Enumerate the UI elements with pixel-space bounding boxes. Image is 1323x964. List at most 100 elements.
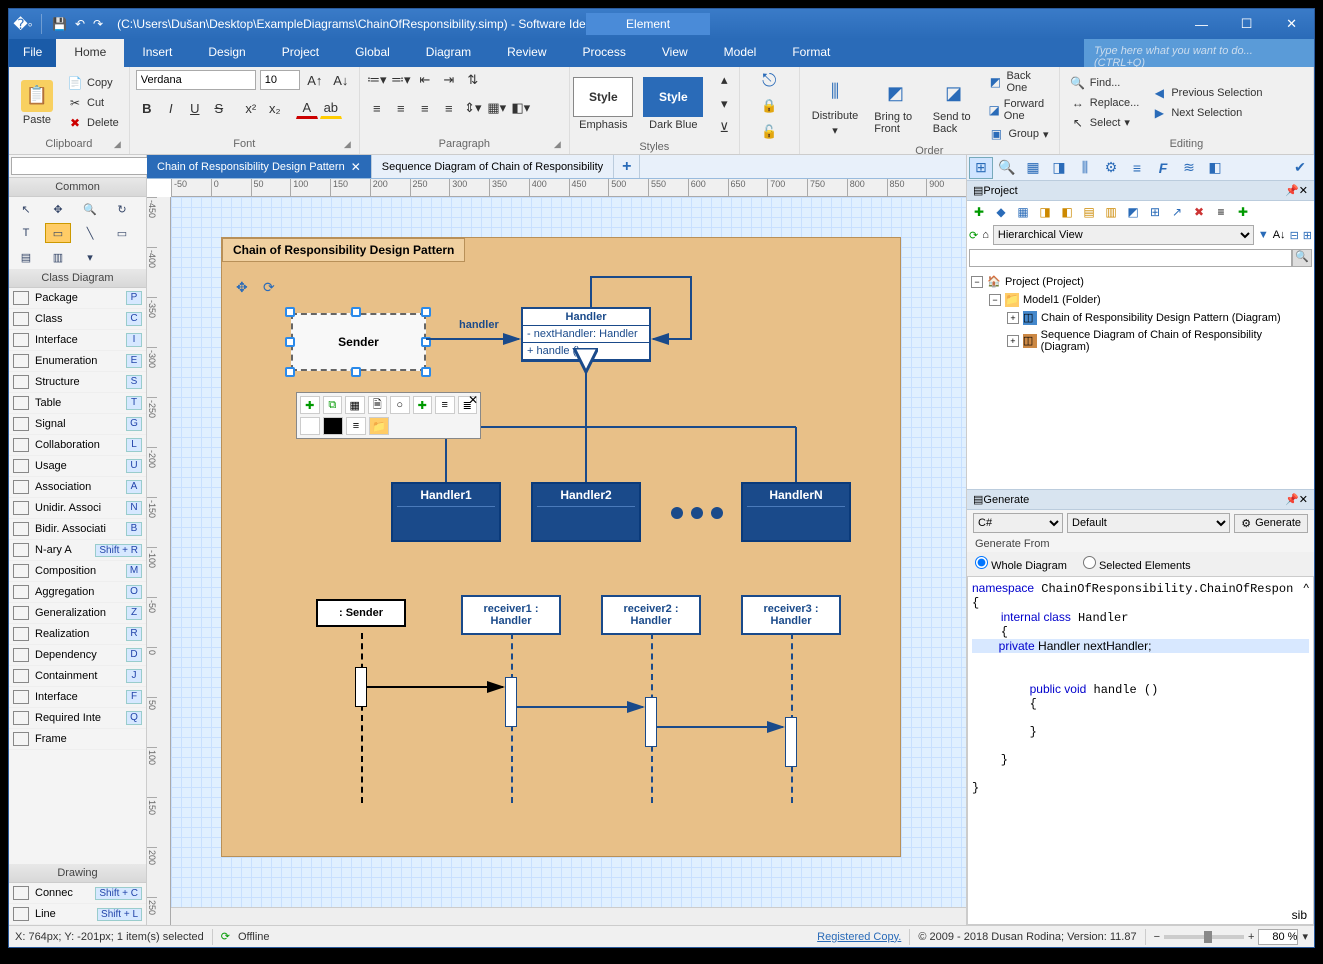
panel-btn-10[interactable]: ◧ xyxy=(1203,157,1227,179)
prev-selection-button[interactable]: ◀Previous Selection xyxy=(1147,84,1266,102)
tab-project[interactable]: Project xyxy=(264,39,337,67)
bullets-button[interactable]: ≔▾ xyxy=(366,69,388,91)
tab-review[interactable]: Review xyxy=(489,39,564,67)
horizontal-scrollbar[interactable] xyxy=(171,907,966,925)
rotate-handle-icon[interactable]: ⟳ xyxy=(263,279,275,296)
superscript-button[interactable]: x² xyxy=(240,97,262,119)
line-tool[interactable]: ╲ xyxy=(77,223,103,243)
select-button[interactable]: ↖Select ▾ xyxy=(1066,114,1144,132)
linespace-button[interactable]: ⇕▾ xyxy=(462,97,484,119)
strike-button[interactable]: S xyxy=(208,97,230,119)
view-select[interactable]: Hierarchical View xyxy=(993,225,1254,245)
sort-button[interactable]: ⇅ xyxy=(462,69,484,91)
panel-btn-4[interactable]: ◨ xyxy=(1047,157,1071,179)
move-tool[interactable]: ✥ xyxy=(45,199,71,219)
close-icon[interactable]: ✕ xyxy=(1299,493,1308,506)
sort-icon[interactable]: A↓ xyxy=(1273,229,1286,241)
toolbox-group-common[interactable]: Common xyxy=(9,178,146,197)
next-selection-button[interactable]: ▶Next Selection xyxy=(1147,104,1266,122)
align-left-button[interactable]: ≡ xyxy=(366,97,388,119)
toolbox-group-drawing[interactable]: Drawing xyxy=(9,864,146,883)
line-style-icon[interactable]: ≡ xyxy=(346,417,366,435)
distribute-button[interactable]: ⫼Distribute▾ xyxy=(806,74,864,139)
find-button[interactable]: 🔍Find... xyxy=(1066,74,1144,92)
toolbox-item[interactable]: GeneralizationZ xyxy=(9,603,146,624)
panel-btn-check[interactable]: ✔ xyxy=(1288,157,1312,179)
panel-btn-9[interactable]: ≋ xyxy=(1177,157,1201,179)
generate-button[interactable]: ⚙Generate xyxy=(1234,514,1308,533)
style-more[interactable]: ⊻ xyxy=(713,117,735,139)
pt-5[interactable]: ▤ xyxy=(1079,203,1099,221)
style-row-down[interactable]: ▾ xyxy=(713,93,735,115)
plus-icon[interactable]: ✚ xyxy=(413,396,433,414)
pin-icon[interactable]: 📌 xyxy=(1285,184,1299,197)
font-name-select[interactable] xyxy=(136,70,256,90)
group-tool[interactable]: ▤ xyxy=(13,247,39,267)
pt-2[interactable]: ▦ xyxy=(1013,203,1033,221)
toolbox-item[interactable]: N-ary AShift + R xyxy=(9,540,146,561)
border-button[interactable]: ▦▾ xyxy=(486,97,508,119)
radio-selected-elements[interactable]: Selected Elements xyxy=(1083,556,1191,572)
toolbox-item[interactable]: SignalG xyxy=(9,414,146,435)
generate-panel-header[interactable]: ▤Generate 📌 ✕ xyxy=(967,490,1314,510)
canvas[interactable]: Chain of Responsibility Design Pattern ✥… xyxy=(171,197,966,907)
italic-button[interactable]: I xyxy=(160,97,182,119)
toolbox-item[interactable]: ConnecShift + C xyxy=(9,883,146,904)
panel-btn-3[interactable]: ▦ xyxy=(1021,157,1045,179)
fill-button[interactable]: ◧▾ xyxy=(510,97,532,119)
delete-button[interactable]: ✖Delete xyxy=(63,114,123,132)
pointer-tool[interactable]: ↖ xyxy=(13,199,39,219)
pt-3[interactable]: ◨ xyxy=(1035,203,1055,221)
add-tab-button[interactable]: + xyxy=(614,155,640,178)
context-tab-element[interactable]: Element xyxy=(586,13,710,35)
panel-btn-7[interactable]: ≡ xyxy=(1125,157,1149,179)
search-icon[interactable]: 🔍 xyxy=(1292,249,1312,267)
panel-btn-5[interactable]: ⫼ xyxy=(1073,157,1097,179)
subscript-button[interactable]: x₂ xyxy=(264,97,286,119)
filter-icon[interactable]: ▼ xyxy=(1258,229,1269,241)
pt-10[interactable]: ✖ xyxy=(1189,203,1209,221)
close-icon[interactable]: ✕ xyxy=(1299,184,1308,197)
toolbox-item[interactable]: ContainmentJ xyxy=(9,666,146,687)
pt-6[interactable]: ▥ xyxy=(1101,203,1121,221)
align-right-button[interactable]: ≡ xyxy=(414,97,436,119)
move-handle-icon[interactable]: ✥ xyxy=(236,279,248,296)
toolbox-item[interactable]: Bidir. AssociatiB xyxy=(9,519,146,540)
shrink-font-icon[interactable]: A↓ xyxy=(330,69,352,91)
tab-diagram[interactable]: Diagram xyxy=(408,39,489,67)
note-tool[interactable]: ▭ xyxy=(45,223,71,243)
tab-format[interactable]: Format xyxy=(774,39,848,67)
redo-icon[interactable]: ↷ xyxy=(93,17,103,31)
close-button[interactable]: ✕ xyxy=(1269,9,1314,39)
highlight-button[interactable]: ab xyxy=(320,97,342,119)
tab-insert[interactable]: Insert xyxy=(124,39,190,67)
group-button[interactable]: ▣Group ▾ xyxy=(984,125,1052,143)
chevron-down-icon[interactable]: ▾ xyxy=(1302,930,1308,943)
zoom-in-button[interactable]: + xyxy=(1248,931,1254,943)
font-size-select[interactable] xyxy=(260,70,300,90)
white-swatch[interactable] xyxy=(300,417,320,435)
zoom-input[interactable] xyxy=(1258,929,1298,945)
replace-button[interactable]: ↔Replace... xyxy=(1066,94,1144,112)
pt-11[interactable]: ≡ xyxy=(1211,203,1231,221)
file-tab[interactable]: File xyxy=(9,39,56,67)
expand-icon[interactable]: ⊞ xyxy=(1303,229,1312,242)
cut-button[interactable]: ✂Cut xyxy=(63,94,123,112)
toolbox-item[interactable]: LineShift + L xyxy=(9,904,146,925)
collapse-icon[interactable]: ⊟ xyxy=(1290,229,1299,242)
toolbox-item[interactable]: Frame xyxy=(9,729,146,750)
seq-sender[interactable]: : Sender xyxy=(316,599,406,627)
close-icon[interactable]: ✕ xyxy=(468,393,478,407)
toolbox-item[interactable]: CompositionM xyxy=(9,561,146,582)
underline-button[interactable]: U xyxy=(184,97,206,119)
rect-tool[interactable]: ▭ xyxy=(109,223,135,243)
toolbox-item[interactable]: Required InteQ xyxy=(9,708,146,729)
connector-icon[interactable]: ⎋ xyxy=(758,69,780,91)
undo-icon[interactable]: ↶ xyxy=(75,17,85,31)
doctab-chain[interactable]: Chain of Responsibility Design Pattern ✕ xyxy=(147,155,372,178)
lock-icon[interactable]: 🔒 xyxy=(758,95,780,117)
save-icon[interactable]: 💾 xyxy=(52,17,67,31)
panel-btn-1[interactable]: ⊞ xyxy=(969,157,993,179)
toolbox-item[interactable]: AssociationA xyxy=(9,477,146,498)
note-icon[interactable]: 🗎 xyxy=(368,396,388,414)
